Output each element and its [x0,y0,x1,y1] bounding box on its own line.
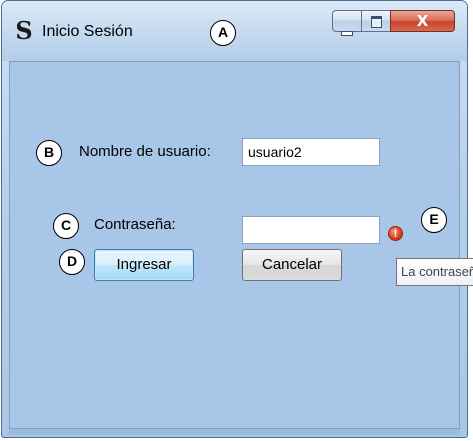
maximize-icon [362,15,390,33]
username-label: Nombre de usuario: [79,143,211,160]
login-button[interactable]: Ingresar [94,249,194,281]
error-tooltip: La contraseña [396,258,473,286]
username-field[interactable] [242,138,380,166]
callout-c: C [53,213,79,239]
callout-a: A [210,20,236,46]
app-icon: S [15,16,33,45]
window-controls: X [332,10,462,36]
close-button[interactable]: X [390,10,455,32]
username-input[interactable] [248,139,374,165]
close-icon: X [416,12,429,30]
password-label: Contraseña: [94,216,176,233]
password-input[interactable] [248,217,374,243]
window-title: Inicio Sesión [42,23,133,40]
form-client-area [9,61,460,429]
callout-b: B [36,140,62,166]
minimize-button[interactable] [332,10,362,36]
minimize-icon [333,23,361,36]
password-field[interactable] [242,216,380,244]
cancel-button[interactable]: Cancelar [242,249,342,281]
callout-d: D [59,249,85,275]
maximize-button[interactable] [361,10,391,32]
error-icon[interactable]: ! [388,226,403,241]
window-bottom-edge [9,429,460,435]
callout-e: E [421,207,447,233]
